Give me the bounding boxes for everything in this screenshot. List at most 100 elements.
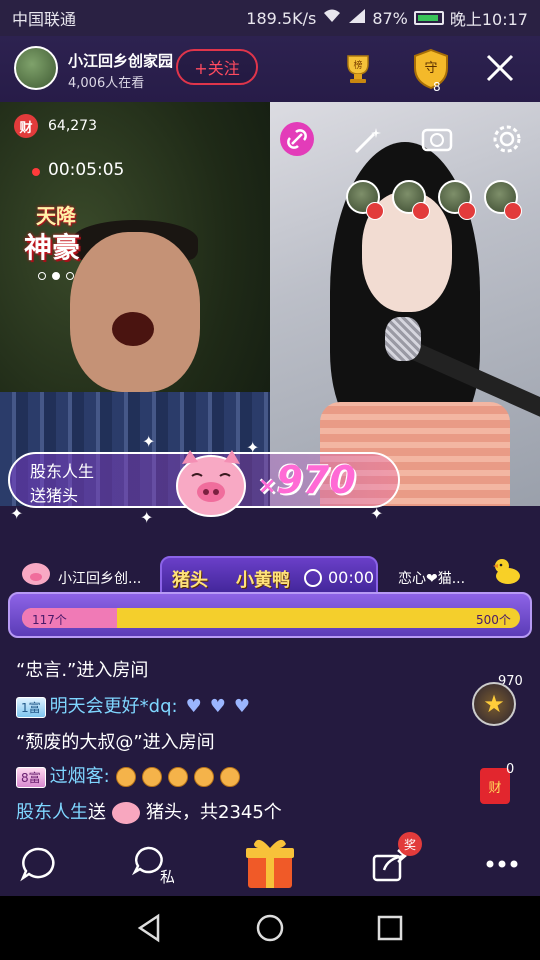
ranking-trophy-icon[interactable]: 榜 bbox=[340, 50, 376, 86]
live-timer: 00:05:05 bbox=[48, 160, 125, 180]
chat-text: “忠言.”进入房间 bbox=[16, 660, 149, 681]
guest-avatar-list bbox=[346, 180, 522, 220]
chat-message[interactable]: 股东人生送 猪头，共2345个 bbox=[16, 798, 282, 824]
guest-avatar[interactable] bbox=[392, 180, 430, 220]
sparkle-icon: ✦ bbox=[142, 432, 156, 451]
guest-avatar[interactable] bbox=[346, 180, 384, 220]
sparkle-icon: ✦ bbox=[10, 504, 24, 523]
gift-box-button[interactable] bbox=[244, 834, 296, 890]
back-triangle-icon[interactable] bbox=[134, 912, 166, 944]
sparkle-icon: ✦ bbox=[140, 508, 154, 527]
signal-icon bbox=[348, 8, 366, 28]
sleepy-emoji-icon bbox=[141, 767, 162, 787]
more-dots-icon bbox=[486, 860, 518, 868]
pk-countdown: 00:00 bbox=[328, 568, 375, 587]
sparkle-icon: ✦ bbox=[370, 504, 384, 523]
guest-badge-icon bbox=[366, 202, 384, 220]
link-mic-icon[interactable] bbox=[280, 122, 314, 156]
pk-right-team-name: 恋心❤猫... bbox=[398, 571, 466, 587]
net-speed: 189.5K/s bbox=[246, 8, 317, 28]
sleepy-emoji-icon bbox=[167, 767, 188, 787]
wifi-icon bbox=[322, 8, 342, 28]
settings-gear-icon[interactable] bbox=[490, 122, 524, 156]
heart-emoji-icon: ♥ bbox=[209, 696, 226, 717]
room-name: 小江回乡创家园 bbox=[68, 52, 174, 70]
pk-left-value: 117个 bbox=[32, 613, 67, 627]
pk-title-right: 小黄鸭 bbox=[236, 570, 290, 591]
beauty-wand-icon[interactable] bbox=[350, 124, 384, 158]
guest-video-mic bbox=[385, 317, 421, 361]
carousel-dot-active bbox=[52, 272, 60, 280]
private-message-button[interactable]: 私 bbox=[128, 840, 176, 888]
star-gift-button[interactable]: ★ bbox=[472, 682, 516, 726]
chat-message[interactable]: “忠言.”进入房间 bbox=[16, 656, 148, 682]
chat-bubble-button[interactable] bbox=[14, 840, 62, 888]
promo-line-1: 天降 bbox=[36, 204, 76, 228]
promo-line-2: 神豪 bbox=[24, 231, 81, 264]
chat-message[interactable]: 8富 过烟客: bbox=[16, 762, 240, 788]
guest-avatar[interactable] bbox=[484, 180, 522, 220]
close-icon[interactable] bbox=[484, 52, 516, 84]
battery-percent: 87% bbox=[372, 8, 408, 28]
guest-video-stream[interactable] bbox=[270, 102, 540, 506]
chat-username[interactable]: 过烟客: bbox=[50, 766, 110, 787]
chat-message[interactable]: “颓废的大叔@”进入房间 bbox=[16, 728, 215, 754]
guest-badge-icon bbox=[458, 202, 476, 220]
more-options-button[interactable] bbox=[478, 840, 526, 888]
wealth-badge: 财 bbox=[14, 114, 38, 138]
gift-box-icon bbox=[246, 839, 294, 888]
pig-icon bbox=[112, 802, 140, 824]
guest-badge-icon bbox=[504, 202, 522, 220]
chat-username[interactable]: 股东人生 bbox=[16, 802, 88, 823]
chat-verb: 送 bbox=[88, 802, 106, 823]
wealth-level-badge: 1富 bbox=[16, 696, 46, 718]
guest-avatar[interactable] bbox=[438, 180, 476, 220]
pig-icon bbox=[20, 560, 52, 586]
guest-badge-icon bbox=[412, 202, 430, 220]
carrier-name: 中国联通 bbox=[12, 10, 77, 29]
svg-text:榜: 榜 bbox=[353, 59, 362, 71]
sparkle-icon: ✦ bbox=[246, 438, 260, 457]
chat-gift-text: 猪头，共2345个 bbox=[146, 802, 282, 823]
red-packet-count: 0 bbox=[506, 762, 515, 777]
recent-apps-icon[interactable] bbox=[374, 912, 406, 944]
sleepy-emoji-icon bbox=[219, 767, 240, 787]
carousel-dot bbox=[66, 272, 74, 280]
heart-emoji-icon: ♥ bbox=[185, 696, 202, 717]
room-header: 小江回乡创家园 4,006人在看 +关注 榜 守 8 bbox=[0, 36, 540, 102]
pk-progress-bar bbox=[22, 608, 520, 628]
home-circle-icon[interactable] bbox=[254, 912, 286, 944]
clock: 晚上10:17 bbox=[449, 10, 528, 29]
android-nav-bar bbox=[0, 896, 540, 960]
sleepy-emoji-icon bbox=[115, 767, 136, 787]
live-dot bbox=[32, 168, 40, 176]
host-avatar[interactable] bbox=[14, 46, 58, 90]
pk-left-team-name: 小江回乡创... bbox=[58, 571, 142, 587]
heart-emoji-icon: ♥ bbox=[233, 696, 250, 717]
follow-button[interactable]: +关注 bbox=[176, 49, 258, 85]
gift-sender-name: 股东人生 bbox=[30, 462, 95, 481]
status-bar: 中国联通 189.5K/s 87% 晚上10:17 bbox=[0, 0, 540, 36]
bottom-toolbar: 私 bbox=[0, 830, 540, 896]
svg-text:守: 守 bbox=[424, 61, 437, 76]
combo-number: 970 bbox=[276, 458, 356, 502]
private-chat-icon: 私 bbox=[131, 846, 174, 886]
host-video-mouth bbox=[112, 312, 154, 346]
promo-banner[interactable]: 天降 神豪 bbox=[24, 196, 98, 264]
star-icon: ★ bbox=[483, 690, 505, 718]
pk-title-left: 猪头 bbox=[172, 570, 208, 591]
pig-head-gift-icon bbox=[170, 446, 252, 518]
guard-shield-icon[interactable]: 守 bbox=[412, 48, 450, 90]
gift-action: 送猪头 bbox=[30, 486, 79, 505]
chat-bubble-icon bbox=[20, 847, 55, 882]
combo-prefix: × bbox=[258, 474, 277, 499]
promo-carousel-dots bbox=[38, 272, 74, 280]
chat-username[interactable]: 明天会更好*dq: bbox=[50, 696, 178, 717]
chat-text: “颓废的大叔@”进入房间 bbox=[16, 732, 215, 753]
svg-text:私: 私 bbox=[160, 868, 174, 886]
carousel-dot bbox=[38, 272, 46, 280]
duck-icon bbox=[490, 556, 522, 586]
gift-combo-count: ×970 bbox=[258, 458, 356, 502]
chat-message[interactable]: 1富 明天会更好*dq: ♥ ♥ ♥ bbox=[16, 692, 250, 718]
switch-camera-icon[interactable] bbox=[420, 122, 454, 156]
